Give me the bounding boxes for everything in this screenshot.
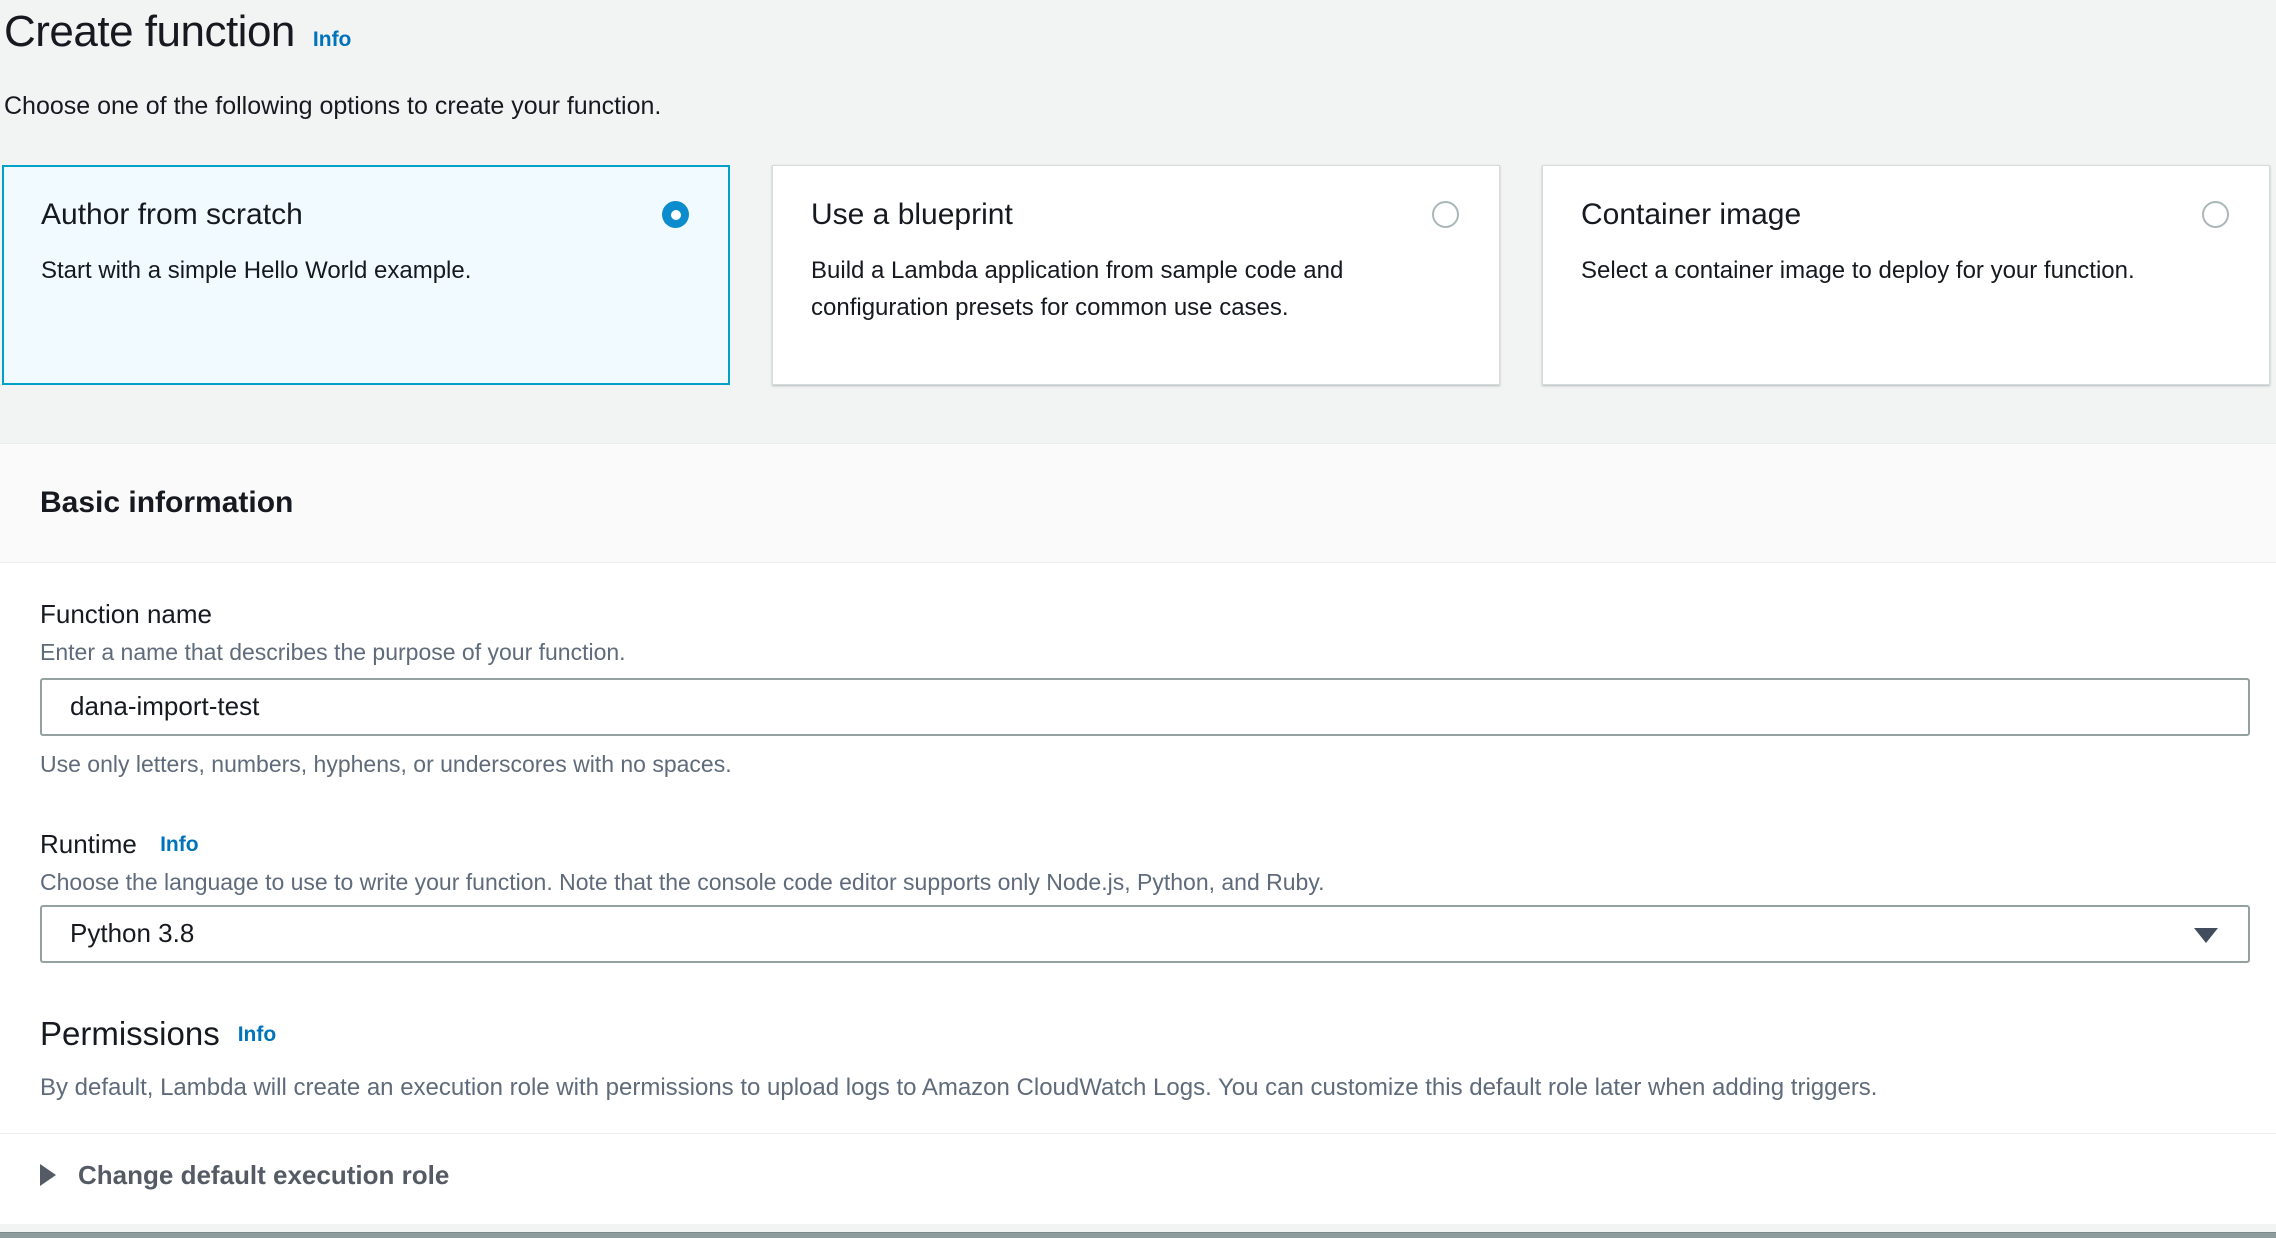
page-intro: Create function Info Choose one of the f… [0, 0, 2276, 121]
card-author-from-scratch[interactable]: Author from scratch Start with a simple … [2, 165, 730, 385]
page-title-info-link[interactable]: Info [313, 28, 351, 52]
card-description: Start with a simple Hello World example. [41, 252, 661, 289]
function-name-constraint: Use only letters, numbers, hyphens, or u… [40, 751, 2250, 778]
function-name-input[interactable] [40, 678, 2250, 736]
permissions-description: By default, Lambda will create an execut… [40, 1074, 2250, 1102]
permissions-section: Permissions Info By default, Lambda will … [0, 1015, 2276, 1102]
runtime-info-link[interactable]: Info [160, 833, 198, 857]
function-name-field: Function name Enter a name that describe… [0, 599, 2276, 778]
basic-information-header: Basic information [0, 443, 2276, 563]
basic-information-heading: Basic information [40, 486, 293, 520]
change-default-execution-role-expander[interactable]: Change default execution role [0, 1134, 2276, 1217]
card-title: Use a blueprint [811, 198, 1013, 232]
bottom-divider-bar [0, 1232, 2276, 1238]
runtime-select[interactable]: Python 3.8 [40, 905, 2250, 963]
runtime-field: Runtime Info Choose the language to use … [0, 829, 2276, 963]
page-subtitle: Choose one of the following options to c… [4, 92, 2276, 121]
radio-container-image[interactable] [2202, 201, 2229, 228]
page-title: Create function [4, 6, 295, 59]
runtime-selected-option: Python 3.8 [70, 918, 194, 949]
permissions-info-link[interactable]: Info [238, 1023, 276, 1047]
card-use-a-blueprint[interactable]: Use a blueprint Build a Lambda applicati… [772, 165, 1500, 385]
card-description: Build a Lambda application from sample c… [811, 252, 1431, 326]
card-description: Select a container image to deploy for y… [1581, 252, 2201, 289]
chevron-down-icon [2194, 928, 2218, 943]
card-title: Author from scratch [41, 198, 303, 232]
runtime-label: Runtime [40, 829, 137, 859]
card-container-image[interactable]: Container image Select a container image… [1542, 165, 2270, 385]
basic-information-body: Function name Enter a name that describe… [0, 563, 2276, 1224]
card-title: Container image [1581, 198, 1801, 232]
runtime-description: Choose the language to use to write your… [40, 869, 2250, 896]
function-name-description: Enter a name that describes the purpose … [40, 639, 2250, 666]
function-name-label: Function name [40, 599, 2250, 630]
radio-use-a-blueprint[interactable] [1432, 201, 1459, 228]
radio-author-from-scratch[interactable] [662, 201, 689, 228]
permissions-heading: Permissions [40, 1015, 220, 1053]
creation-option-cards: Author from scratch Start with a simple … [2, 165, 2270, 385]
caret-right-icon [40, 1164, 56, 1186]
expander-label: Change default execution role [78, 1160, 449, 1191]
